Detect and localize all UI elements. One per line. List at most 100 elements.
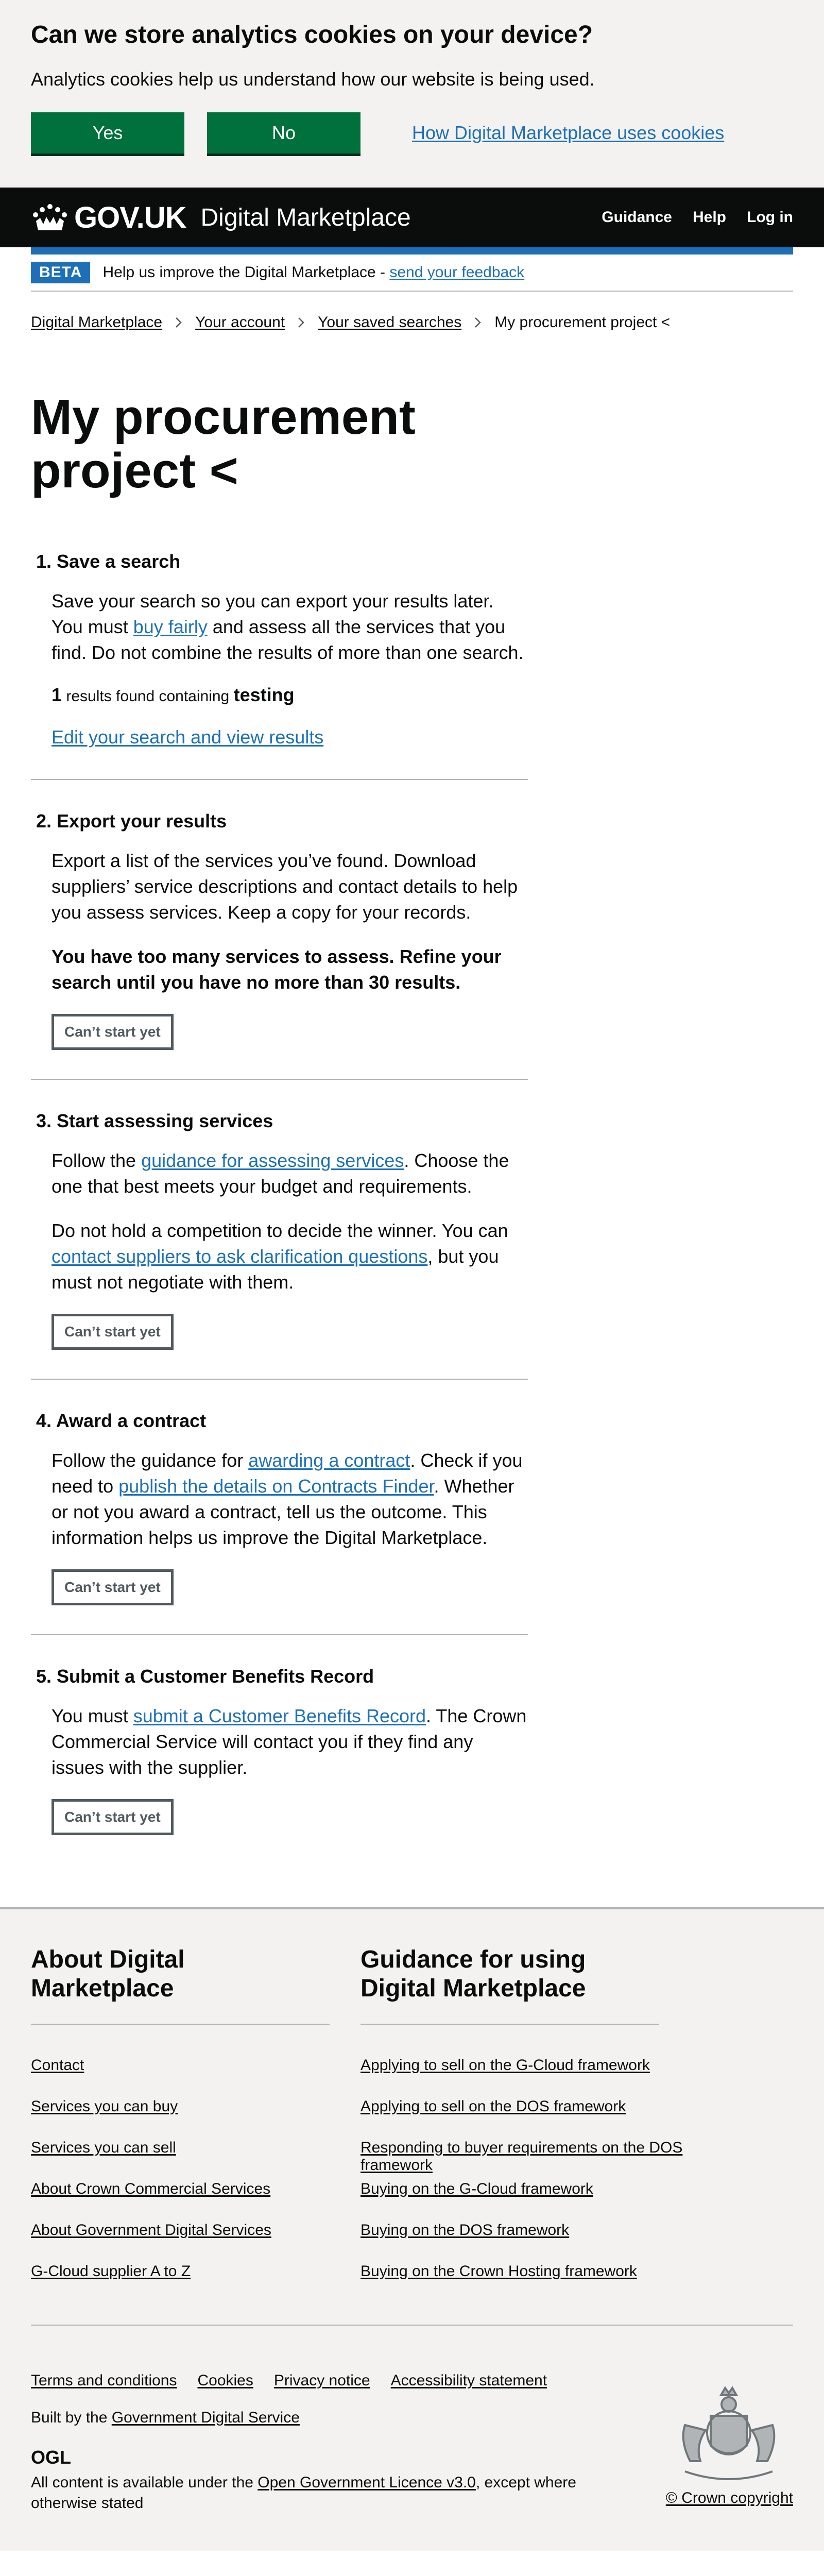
reject-cookies-button[interactable]: No [207,112,360,154]
footer-link-about-ccs[interactable]: About Crown Commercial Services [31,2180,270,2197]
step-heading: 4. Award a contract [36,1410,207,1431]
step-start-assessing: 3. Start assessing services Follow the g… [31,1109,528,1380]
footer-guidance-column: Guidance for using Digital Marketplace A… [360,1945,690,2304]
header-nav: Guidance Help Log in [602,209,793,226]
footer-link-respond-dos[interactable]: Responding to buyer requirements on the … [360,2139,682,2174]
edit-search-link[interactable]: Edit your search and view results [52,726,323,748]
built-by-text: Built by the [31,2409,112,2426]
step-heading-text: Submit a Customer Benefits Record [57,1666,374,1687]
accept-cookies-button[interactable]: Yes [31,112,184,154]
step-heading-text: Award a contract [56,1410,207,1431]
cant-start-yet-button[interactable]: Can’t start yet [52,1014,174,1050]
crown-copyright: © Crown copyright [666,2489,793,2507]
phase-banner-label: Help us improve the Digital Marketplace … [102,264,390,281]
step-description: Do not hold a competition to decide the … [52,1218,528,1295]
nav-guidance[interactable]: Guidance [602,209,672,226]
cookie-info-link[interactable]: How Digital Marketplace uses cookies [412,122,724,144]
footer-link-buy-gcloud[interactable]: Buying on the G-Cloud framework [360,2180,593,2197]
cookie-title: Can we store analytics cookies on your d… [31,21,593,48]
results-number: 1 [52,684,62,705]
service-name: Digital Marketplace [200,204,411,231]
search-term: testing [233,684,295,705]
step-heading: 3. Start assessing services [36,1110,273,1131]
footer-link-about-gds[interactable]: About Government Digital Services [31,2222,271,2239]
page-title: My procurement project < [31,389,416,498]
cant-start-yet-button[interactable]: Can’t start yet [52,1569,174,1605]
breadcrumb-digital-marketplace[interactable]: Digital Marketplace [31,314,162,331]
site-footer: About Digital Marketplace Contact Servic… [0,1907,824,2551]
nav-help[interactable]: Help [693,209,726,226]
awarding-contract-link[interactable]: awarding a contract [248,1450,410,1471]
step-heading-text: Export your results [57,810,227,832]
cant-start-yet-button[interactable]: Can’t start yet [52,1314,174,1350]
footer-divider [31,2325,793,2326]
assessing-guidance-link[interactable]: guidance for assessing services [141,1150,404,1171]
ogl-text: OGL [31,2447,71,2468]
footer-link-accessibility[interactable]: Accessibility statement [391,2372,547,2389]
step-award-contract: 4. Award a contract Follow the guidance … [31,1409,528,1635]
step-save-search: 1. Save a search Save your search so you… [31,549,528,780]
crown-icon [33,204,67,230]
contracts-finder-link[interactable]: publish the details on Contracts Finder [118,1476,434,1497]
too-many-results-warning: You have too many services to assess. Re… [52,946,502,993]
step-customer-benefits: 5. Submit a Customer Benefits Record You… [31,1664,528,1864]
site-header: GOV.UK Digital Marketplace Guidance Help… [0,188,824,255]
buy-fairly-link[interactable]: buy fairly [133,616,208,637]
customer-benefits-link[interactable]: submit a Customer Benefits Record [133,1705,426,1726]
footer-link-privacy[interactable]: Privacy notice [274,2372,370,2389]
cookie-banner: Can we store analytics cookies on your d… [0,0,824,188]
step-heading: 5. Submit a Customer Benefits Record [36,1666,374,1687]
crown-copyright-link[interactable]: © Crown copyright [666,2489,793,2506]
procurement-steps: 1. Save a search Save your search so you… [31,549,528,1864]
text-span: Do not hold a competition to decide the … [52,1220,508,1241]
licence-text: All content is available under the Open … [31,2472,623,2514]
cookie-text: Analytics cookies help us understand how… [31,69,595,90]
step-description: Follow the guidance for assessing servic… [52,1148,528,1199]
step-description: Save your search so you can export your … [52,588,528,666]
text-span: You must [52,1705,133,1726]
chevron-right-icon [176,317,182,328]
clarification-questions-link[interactable]: contact suppliers to ask clarification q… [52,1246,427,1267]
phase-banner: BETA Help us improve the Digital Marketp… [31,255,793,292]
footer-heading: About Digital Marketplace [31,1945,330,2025]
step-heading-text: Start assessing services [57,1110,273,1131]
beta-tag: BETA [31,262,91,283]
step-heading-text: Save a search [57,551,181,572]
govuk-logo-link[interactable]: GOV.UK Digital Marketplace [31,200,411,235]
nav-log-in[interactable]: Log in [747,209,793,226]
footer-link-cookies[interactable]: Cookies [197,2372,253,2389]
cant-start-yet-button[interactable]: Can’t start yet [52,1799,174,1835]
footer-link-sell-gcloud[interactable]: Applying to sell on the G-Cloud framewor… [360,2057,650,2074]
ogl-logo-icon: OGL [31,2447,71,2468]
footer-link-supplier-a-z[interactable]: G-Cloud supplier A to Z [31,2263,191,2280]
breadcrumb-your-account[interactable]: Your account [195,314,285,331]
footer-link-sell-dos[interactable]: Applying to sell on the DOS framework [360,2098,626,2115]
govuk-wordmark: GOV.UK [74,200,186,234]
licence-text-a: All content is available under the [31,2474,258,2491]
step-heading: 2. Export your results [36,810,227,832]
cookie-actions: Yes No How Digital Marketplace uses cook… [31,112,793,154]
footer-link-buy-crown-hosting[interactable]: Buying on the Crown Hosting framework [360,2263,637,2280]
footer-heading: Guidance for using Digital Marketplace [360,1945,659,2025]
footer-link-contact[interactable]: Contact [31,2057,84,2074]
royal-coat-of-arms-icon [682,2386,776,2480]
footer-about-column: About Digital Marketplace Contact Servic… [31,1945,360,2304]
footer-link-buy-dos[interactable]: Buying on the DOS framework [360,2222,569,2239]
step-description: Follow the guidance for awarding a contr… [52,1448,528,1551]
ogl-licence-link[interactable]: Open Government Licence v3.0 [258,2474,476,2491]
results-text: results found containing [62,688,234,705]
step-description: You must submit a Customer Benefits Reco… [52,1703,528,1781]
breadcrumb: Digital Marketplace Your account Your sa… [31,312,793,333]
phase-banner-text: Help us improve the Digital Marketplace … [102,264,524,281]
footer-link-services-buy[interactable]: Services you can buy [31,2098,178,2115]
feedback-link[interactable]: send your feedback [389,264,524,281]
step-description: Export a list of the services you’ve fou… [52,850,518,923]
gds-link[interactable]: Government Digital Service [112,2409,300,2426]
breadcrumb-saved-searches[interactable]: Your saved searches [318,314,461,331]
footer-link-services-sell[interactable]: Services you can sell [31,2139,176,2156]
text-span: Follow the guidance for [52,1450,249,1471]
results-count: 1 results found containing testing [52,684,528,706]
footer-link-terms[interactable]: Terms and conditions [31,2372,177,2389]
step-heading: 1. Save a search [36,551,181,572]
breadcrumb-current: My procurement project < [494,314,671,331]
